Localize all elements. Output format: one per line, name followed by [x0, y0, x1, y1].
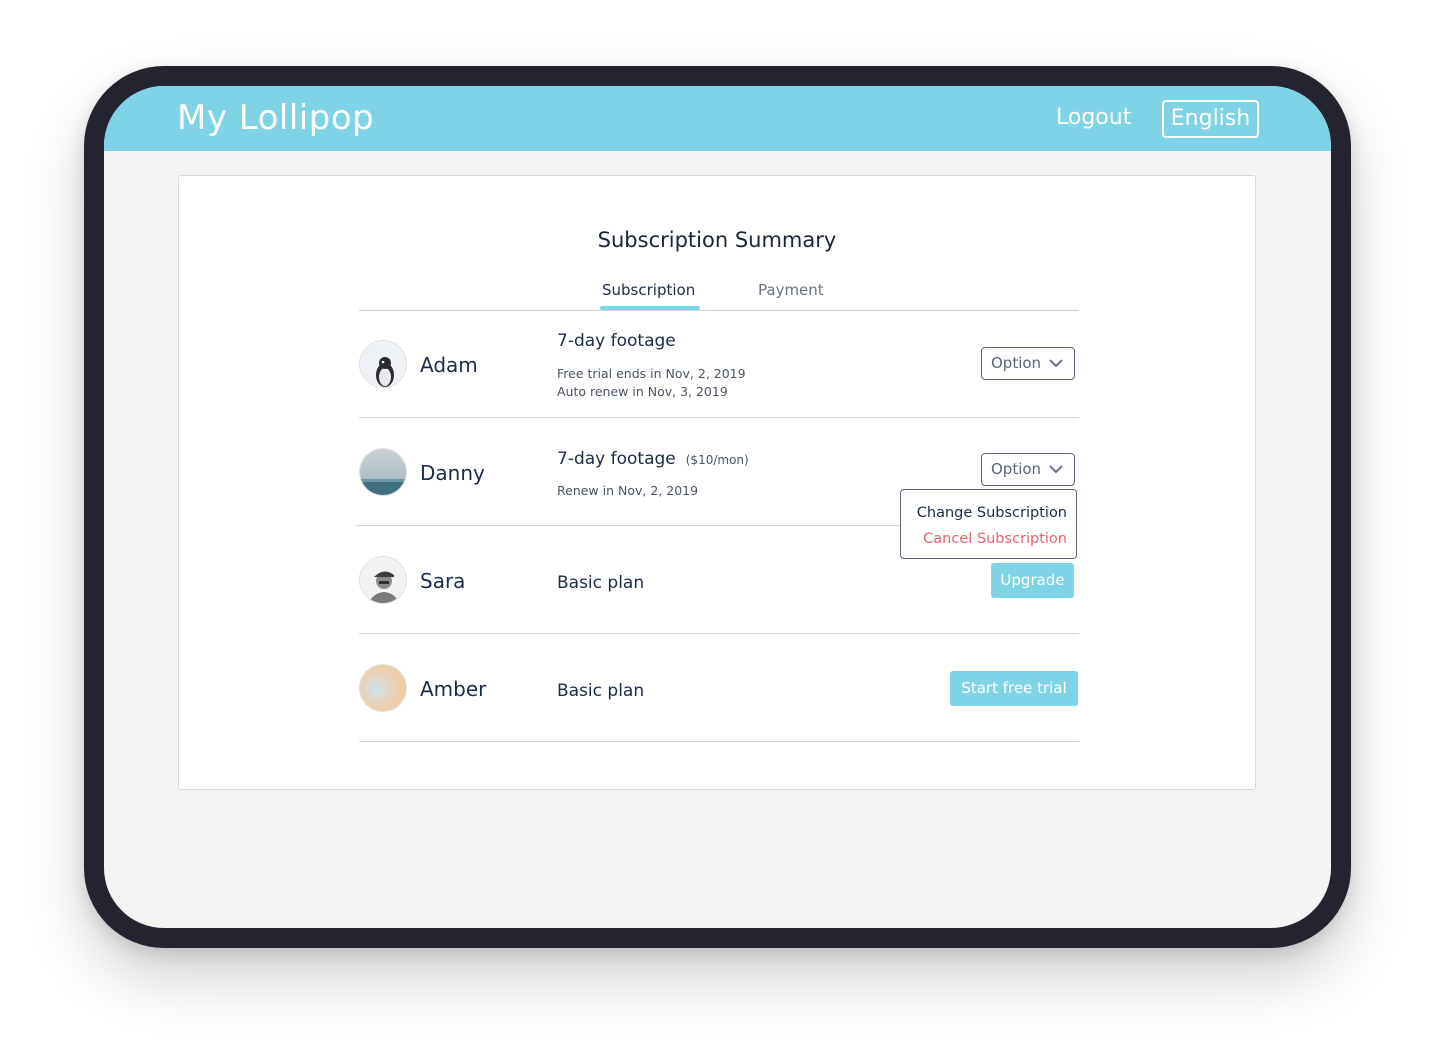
member-name: Amber [420, 677, 487, 701]
row-divider [359, 741, 1079, 742]
tab-payment[interactable]: Payment [758, 279, 824, 301]
auto-renew-text: Auto renew in Nov, 3, 2019 [557, 384, 728, 399]
change-subscription-item[interactable]: Change Subscription [917, 503, 1067, 523]
option-dropdown-menu: Change Subscription Cancel Subscription [900, 489, 1077, 559]
brand-title: My Lollipop [177, 98, 375, 138]
renew-text: Renew in Nov, 2, 2019 [557, 483, 699, 498]
option-button[interactable]: Option [981, 347, 1075, 380]
tablet-frame: My Lollipop Logout English Subscription … [84, 66, 1351, 948]
subscription-card: Subscription Summary Subscription Paymen… [178, 175, 1256, 790]
chevron-down-icon [1049, 359, 1063, 368]
plan-name: 7-day footage [557, 331, 676, 351]
row-divider [356, 525, 901, 526]
tabs-divider [359, 310, 1079, 311]
logout-link[interactable]: Logout [1056, 103, 1131, 133]
plan-label: 7-day footage [557, 449, 676, 469]
active-tab-indicator [600, 306, 700, 310]
person-avatar [359, 556, 407, 604]
option-label: Option [991, 354, 1042, 372]
page-title: Subscription Summary [597, 228, 837, 252]
plan-name: 7-day footage ($10/mon) [557, 448, 749, 471]
member-name: Danny [420, 461, 485, 485]
option-label: Option [991, 460, 1042, 478]
member-name: Sara [420, 569, 466, 593]
row-divider [359, 633, 1079, 634]
top-bar: My Lollipop Logout English [104, 86, 1331, 151]
sea-avatar [359, 448, 407, 496]
blurred-avatar [359, 664, 407, 712]
penguin-avatar [359, 340, 407, 388]
upgrade-button[interactable]: Upgrade [991, 563, 1074, 598]
row-divider [359, 417, 1079, 418]
language-button[interactable]: English [1162, 100, 1259, 138]
tab-subscription[interactable]: Subscription [602, 279, 695, 301]
plan-price: ($10/mon) [685, 453, 749, 467]
start-free-trial-button[interactable]: Start free trial [950, 671, 1078, 706]
option-button[interactable]: Option [981, 453, 1075, 486]
chevron-down-icon [1049, 465, 1063, 474]
plan-name: Basic plan [557, 681, 645, 701]
plan-name: Basic plan [557, 573, 645, 593]
cancel-subscription-item[interactable]: Cancel Subscription [923, 529, 1067, 549]
app-screen: My Lollipop Logout English Subscription … [104, 86, 1331, 928]
member-name: Adam [420, 353, 478, 377]
trial-end-text: Free trial ends in Nov, 2, 2019 [557, 366, 746, 381]
